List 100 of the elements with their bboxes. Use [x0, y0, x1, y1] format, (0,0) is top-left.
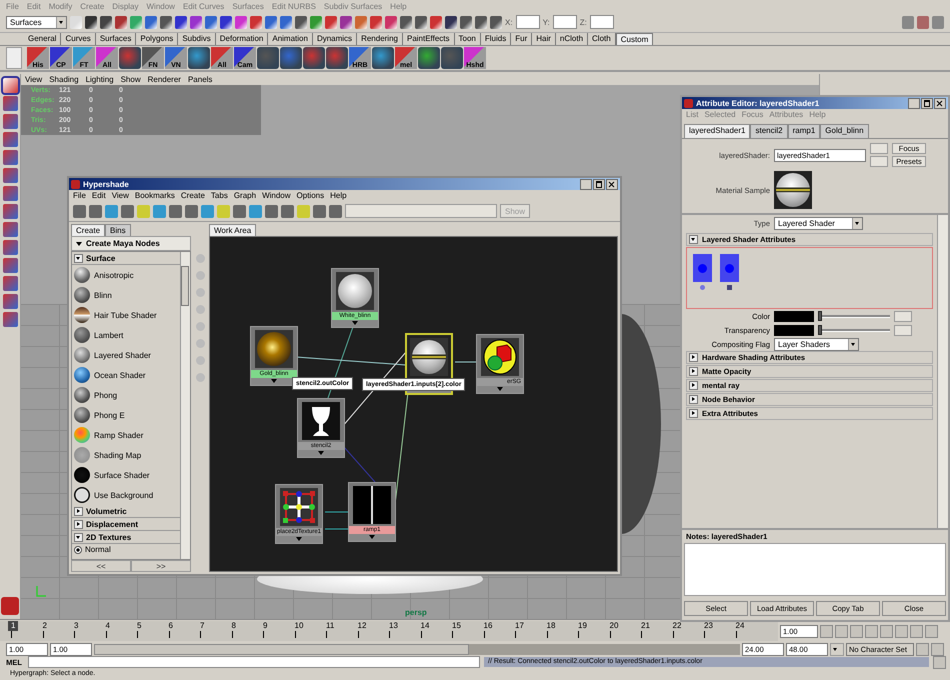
preferences-icon[interactable] [931, 642, 944, 656]
toolbar-icon[interactable] [185, 204, 198, 218]
close-icon[interactable] [606, 178, 618, 190]
panel-menu-item[interactable]: Renderer [148, 75, 181, 84]
node-type-item[interactable]: Ramp Shader [72, 425, 180, 445]
color-swatch[interactable] [774, 324, 814, 336]
menu-item[interactable]: File [73, 191, 86, 200]
node-type-item[interactable]: Surface Shader [72, 465, 180, 485]
output-icon[interactable] [870, 156, 888, 167]
tool-icon[interactable] [2, 114, 18, 129]
toolbar-icon[interactable] [475, 16, 487, 28]
menu-item[interactable]: Graph [234, 191, 256, 200]
minimize-icon[interactable] [580, 178, 592, 190]
toolbar-icon[interactable] [313, 204, 326, 218]
input-icon[interactable] [870, 143, 888, 154]
color-swatch[interactable] [774, 310, 814, 322]
toolbar-icon[interactable] [121, 204, 134, 218]
type-dropdown[interactable]: Layered Shader [774, 217, 863, 230]
shelf-tab[interactable]: Custom [616, 33, 654, 45]
scroll-button[interactable]: >> [131, 560, 191, 572]
tool-icon[interactable] [2, 78, 18, 93]
scrollbar[interactable] [937, 215, 948, 528]
maximize-icon[interactable] [921, 98, 933, 108]
node-type-item[interactable]: Lambert [72, 325, 180, 345]
menu-item[interactable]: Tabs [210, 191, 228, 200]
coordinate-field[interactable] [590, 15, 614, 29]
node-tab[interactable]: Gold_blinn [820, 124, 869, 138]
radio-option[interactable]: Normal [72, 544, 180, 555]
panel-menu-item[interactable]: Panels [188, 75, 212, 84]
layout-icon[interactable] [917, 16, 929, 28]
tool-icon[interactable] [2, 96, 18, 111]
menu-item[interactable]: Edit [92, 191, 106, 200]
shelf-icon[interactable] [372, 47, 394, 69]
tool-icon[interactable] [2, 132, 18, 147]
scrollbar[interactable] [180, 252, 190, 559]
section-header[interactable]: Create Maya Nodes [71, 236, 191, 251]
range-slider-bar[interactable] [94, 644, 469, 654]
section-header[interactable]: Displacement [72, 518, 180, 531]
node-tab[interactable]: layeredShader1 [684, 124, 750, 138]
menu-set-dropdown[interactable]: Surfaces [6, 16, 67, 28]
menu-item[interactable]: Bookmarks [134, 191, 175, 200]
menu-item[interactable]: Window [262, 191, 291, 200]
toolbar-icon[interactable] [415, 16, 427, 28]
time-slider[interactable]: 1 2 3 4 5 6 7 8 9 10 11 12 13 14 15 16 17 18 19 20 21 22 23 24 [0, 621, 778, 641]
scroll-button[interactable]: << [71, 560, 131, 572]
playback-icon[interactable] [820, 624, 833, 638]
toolbar-icon[interactable] [295, 16, 307, 28]
toolbar-icon[interactable] [115, 16, 127, 28]
toolbar-icon[interactable] [220, 16, 232, 28]
map-icon[interactable] [894, 310, 912, 322]
node-type-item[interactable]: Ocean Shader [72, 365, 180, 385]
toolbar-icon[interactable] [89, 204, 102, 218]
shelf-icon[interactable] [280, 47, 302, 69]
playback-icon[interactable] [925, 624, 938, 638]
key-icon[interactable] [916, 642, 929, 656]
tool-icon[interactable] [2, 258, 18, 273]
panel-tab[interactable]: Bins [105, 224, 131, 236]
maximize-icon[interactable] [593, 178, 605, 190]
playback-icon[interactable] [835, 624, 848, 638]
script-editor-icon[interactable] [933, 656, 946, 668]
layer-swatch[interactable] [720, 254, 739, 282]
shelf-icon[interactable] [418, 47, 440, 69]
toolbar-icon[interactable] [490, 16, 502, 28]
node-tab[interactable]: stencil2 [750, 124, 788, 138]
menu-item[interactable]: Help [330, 191, 347, 200]
layer-swatch[interactable] [693, 254, 712, 282]
tool-icon[interactable] [2, 240, 18, 255]
toolbar-icon[interactable] [445, 16, 457, 28]
node-type-item[interactable]: Layered Shader [72, 345, 180, 365]
toolbar-icon[interactable] [85, 16, 97, 28]
panel-tab[interactable]: Create [71, 224, 106, 236]
node-tab[interactable]: ramp1 [788, 124, 820, 138]
node-type-item[interactable]: Shading Map [72, 445, 180, 465]
search-field[interactable] [345, 204, 497, 218]
close-icon[interactable] [934, 98, 946, 108]
shelf-icon[interactable] [441, 47, 463, 69]
menu-item[interactable]: Options [296, 191, 324, 200]
menu-item[interactable]: View [112, 191, 129, 200]
compositing-dropdown[interactable]: Layer Shaders [774, 338, 859, 350]
section-header[interactable]: 2D Textures [72, 531, 180, 544]
section-header[interactable]: Volumetric [72, 505, 180, 518]
playback-icon[interactable] [865, 624, 878, 638]
tool-icon[interactable] [2, 312, 18, 327]
shelf-icon[interactable] [303, 47, 325, 69]
notes-field[interactable] [684, 543, 946, 596]
panel-menu-item[interactable]: Lighting [86, 75, 114, 84]
node-type-item[interactable]: Phong [72, 385, 180, 405]
node-type-item[interactable]: Use Background [72, 485, 180, 505]
range-slider-track[interactable] [94, 644, 740, 654]
tool-icon[interactable] [2, 150, 18, 165]
layout-icon[interactable] [932, 16, 944, 28]
toolbar-icon[interactable] [460, 16, 472, 28]
panel-menu-item[interactable]: Shading [49, 75, 79, 84]
toolbar-icon[interactable] [205, 16, 217, 28]
coordinate-field[interactable] [552, 15, 577, 29]
toolbar-icon[interactable] [169, 204, 182, 218]
shelf-icon[interactable] [326, 47, 348, 69]
slider-thumb[interactable] [818, 324, 822, 334]
playback-icon[interactable] [910, 624, 923, 638]
toolbar-icon[interactable] [329, 204, 342, 218]
